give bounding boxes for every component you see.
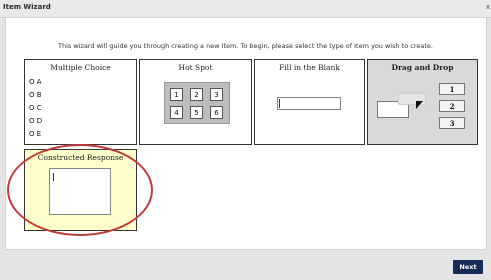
hot-spot-cell: 5 [190,106,203,119]
card-title-hot-spot: Hot Spot [178,63,213,72]
text-caret [279,99,280,108]
drag-chip: 1 [439,83,465,95]
hot-spot-cell: 6 [210,106,223,119]
option-a: O A [29,78,42,86]
window-title: Item Wizard [3,3,51,11]
close-icon[interactable]: x [486,3,490,11]
option-d: O D [29,117,43,125]
hot-spot-cell: 2 [190,88,203,101]
drag-chip: 2 [439,100,465,112]
next-button[interactable]: Next [453,260,483,274]
item-type-hot-spot[interactable]: Hot Spot 1 2 3 4 5 6 [139,59,252,145]
hot-spot-cell: 3 [210,88,223,101]
option-e: O E [29,130,42,138]
title-bar: Item Wizard x [0,0,491,18]
wizard-instructions: This wizard will guide you through creat… [58,42,433,50]
item-type-multiple-choice[interactable]: Multiple Choice O A O B O C O D O E [24,59,137,145]
item-type-fill-in-the-blank[interactable]: Fill in the Blank [254,59,365,145]
cursor-arrow-icon [416,101,423,109]
drag-chip: 3 [439,117,465,129]
card-title-drag-and-drop: Drag and Drop [391,63,454,72]
hot-spot-cell: 1 [170,88,183,101]
card-title-multiple-choice: Multiple Choice [50,63,111,72]
hot-spot-cell: 4 [170,106,183,119]
blank-input-preview [277,97,341,110]
item-type-drag-and-drop[interactable]: Drag and Drop 1 2 3 [367,59,478,145]
wizard-footer [0,252,491,280]
selection-highlight-circle [7,144,153,236]
option-c: O C [29,104,42,112]
card-title-fill-in-the-blank: Fill in the Blank [279,63,340,72]
option-b: O B [29,91,42,99]
hot-spot-grid: 1 2 3 4 5 6 [164,82,230,124]
